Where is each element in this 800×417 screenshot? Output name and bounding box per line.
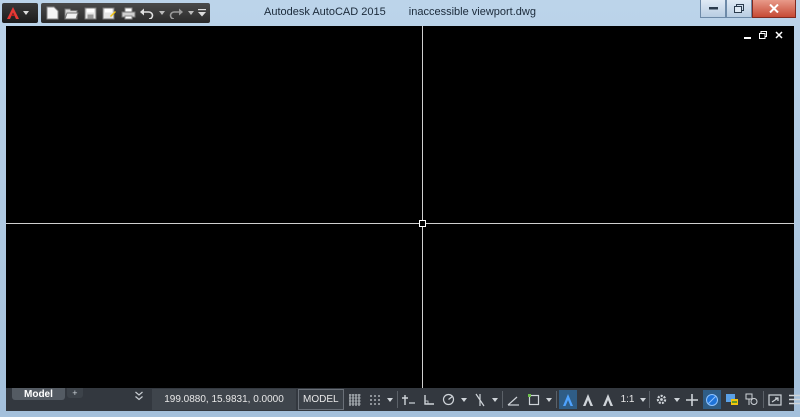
separator (555, 391, 557, 408)
clean-screen-icon[interactable] (743, 390, 761, 409)
status-bar: Model + 199.0880, 15.9831, 0.0000 MODEL (6, 388, 800, 411)
window-controls (700, 0, 796, 19)
window-title: Autodesk AutoCAD 2015 inaccessible viewp… (0, 6, 800, 18)
maximize-button[interactable] (726, 0, 752, 18)
layout-tabs: Model + (12, 388, 83, 401)
scale-dropdown-icon[interactable] (638, 390, 647, 409)
polar-dropdown-icon[interactable] (460, 390, 469, 409)
title-bar: Autodesk AutoCAD 2015 inaccessible viewp… (0, 0, 800, 26)
separator (396, 391, 398, 408)
osnap-icon[interactable] (505, 390, 523, 409)
separator (763, 391, 765, 408)
cursor-pickbox (419, 220, 426, 227)
fullscreen-icon[interactable] (766, 390, 784, 409)
autocad-window: Autodesk AutoCAD 2015 inaccessible viewp… (0, 0, 800, 417)
infer-icon[interactable] (400, 390, 418, 409)
document-title: inaccessible viewport.dwg (408, 6, 536, 18)
polar-icon[interactable] (440, 390, 458, 409)
separator (649, 391, 651, 408)
annotation-scale-icon[interactable] (599, 390, 617, 409)
isodraft-dropdown-icon[interactable] (491, 390, 500, 409)
status-tools: MODEL 1:1 (298, 389, 800, 410)
plus-icon[interactable] (683, 390, 701, 409)
minimize-icon (708, 7, 718, 10)
app-title: Autodesk AutoCAD 2015 (264, 6, 386, 18)
snap-dropdown-icon[interactable] (386, 390, 395, 409)
viewport-controls (742, 30, 784, 40)
crosshair-horizontal (6, 223, 794, 224)
isolate-icon[interactable] (703, 390, 722, 409)
ortho-icon[interactable] (420, 390, 438, 409)
tab-model[interactable]: Model (12, 388, 65, 400)
viewport-minimize-icon[interactable] (742, 30, 752, 40)
isodraft-icon[interactable] (471, 390, 489, 409)
add-layout-tab[interactable]: + (66, 388, 83, 398)
coordinates-display[interactable]: 199.0880, 15.9831, 0.0000 (152, 389, 296, 410)
model-space-button[interactable]: MODEL (298, 389, 344, 410)
workspace-dropdown-icon[interactable] (672, 390, 681, 409)
workspace-gear-icon[interactable] (652, 390, 670, 409)
grid-icon[interactable] (346, 390, 364, 409)
annotation-scale-value[interactable]: 1:1 (619, 390, 637, 409)
minimize-button[interactable] (700, 0, 726, 18)
snap-icon[interactable] (366, 390, 384, 409)
customize-menu-icon[interactable] (786, 390, 800, 409)
autoscale-icon[interactable] (579, 390, 597, 409)
close-button[interactable] (752, 0, 796, 18)
viewport-restore-icon[interactable] (758, 30, 768, 40)
double-chevron-down-icon[interactable] (134, 391, 144, 405)
hardware-accel-icon[interactable] (723, 390, 741, 409)
crosshair-vertical (422, 26, 423, 388)
viewport-close-icon[interactable] (774, 30, 784, 40)
selection-cycling-icon[interactable] (525, 390, 543, 409)
drawing-canvas[interactable] (6, 26, 794, 388)
separator (501, 391, 503, 408)
annotation-visibility-icon[interactable] (558, 390, 577, 409)
selection-dropdown-icon[interactable] (545, 390, 554, 409)
close-icon (769, 4, 779, 13)
restore-icon (734, 4, 744, 13)
